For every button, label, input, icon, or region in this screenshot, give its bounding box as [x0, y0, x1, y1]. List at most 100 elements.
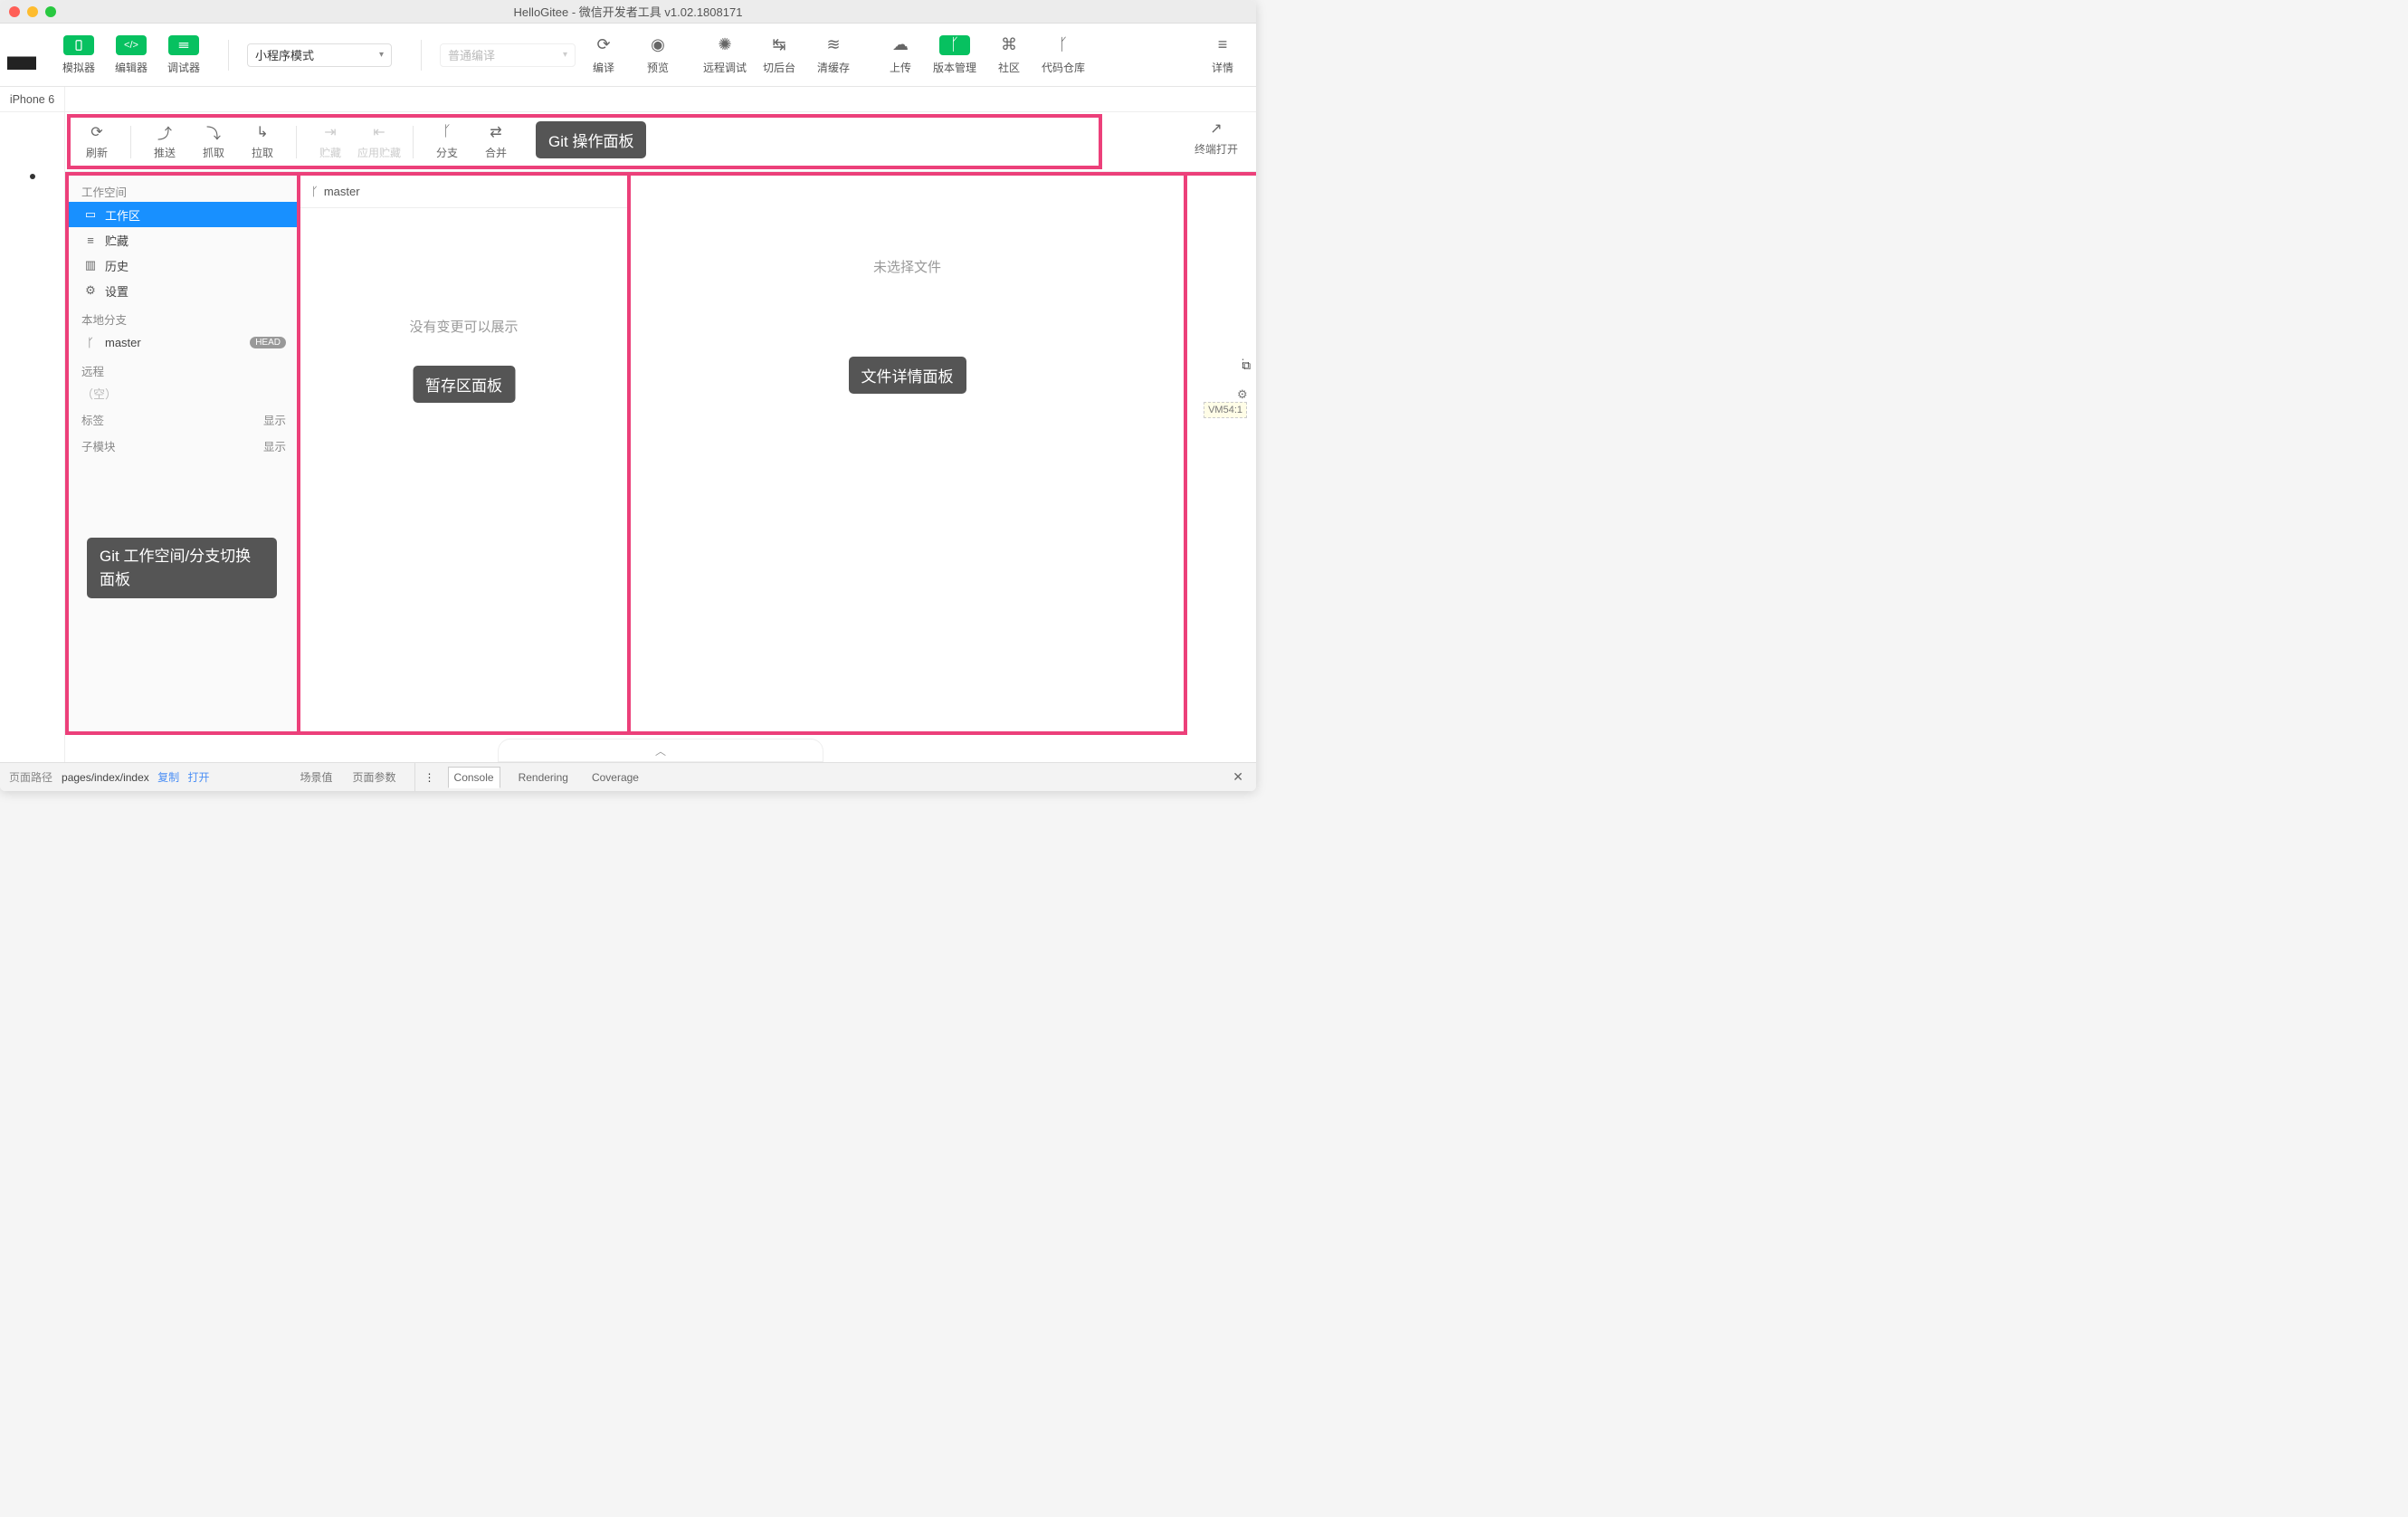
- stack-icon: ≡: [83, 234, 98, 247]
- close-icon[interactable]: ✕: [1233, 769, 1243, 785]
- compile-select[interactable]: 普通编译 ▾: [440, 43, 576, 67]
- main-body: ⟳ 刷新 ⤴ 推送 ⤵ 抓取 ↳ 拉取: [0, 112, 1256, 762]
- section-remote: 远程: [69, 355, 297, 381]
- compile-button[interactable]: ⟳ 编译: [577, 31, 630, 80]
- avatar[interactable]: [7, 41, 36, 70]
- file-detail-panel: 未选择文件 文件详情面板: [631, 176, 1187, 735]
- page-params-label[interactable]: 页面参数: [353, 769, 396, 785]
- scene-label[interactable]: 场景值: [300, 769, 333, 785]
- tab-coverage[interactable]: Coverage: [586, 768, 644, 787]
- section-submodules: 子模块: [81, 437, 116, 454]
- close-icon[interactable]: [9, 6, 20, 17]
- apply-stash-icon: ⇤: [373, 123, 385, 141]
- chevron-down-icon: ▾: [563, 50, 567, 60]
- section-tags: 标签: [81, 411, 104, 428]
- pull-button[interactable]: ↳ 拉取: [238, 118, 287, 167]
- eye-icon: ◉: [651, 35, 665, 54]
- background-button[interactable]: ↹ 切后台: [753, 31, 805, 80]
- gear-icon[interactable]: ⚙: [1237, 387, 1249, 402]
- sidebar-item-history[interactable]: ▥ 历史: [69, 253, 297, 278]
- page-path-value: pages/index/index: [62, 771, 149, 784]
- details-button[interactable]: ≡ 详情: [1196, 31, 1249, 80]
- expand-handle[interactable]: ︿: [498, 739, 823, 762]
- refresh-icon: ⟳: [596, 35, 610, 54]
- device-bar: iPhone 6: [0, 87, 1256, 112]
- minimize-icon[interactable]: [27, 6, 38, 17]
- remote-debug-button[interactable]: ✺ 远程调试: [699, 31, 751, 80]
- remote-empty: （空）: [69, 381, 297, 405]
- more-icon[interactable]: ⋮: [424, 771, 435, 784]
- fetch-button[interactable]: ⤵ 抓取: [189, 118, 238, 167]
- repo-icon: ᚴ: [1059, 35, 1069, 54]
- detail-empty-text: 未选择文件: [631, 257, 1184, 276]
- stash-icon: ⇥: [324, 123, 336, 141]
- refresh-button[interactable]: ⟳ 刷新: [72, 118, 121, 167]
- annotation-staging: 暂存区面板: [413, 366, 515, 403]
- device-select[interactable]: iPhone 6: [0, 87, 65, 111]
- stack-icon: ≋: [826, 35, 840, 54]
- annotation-workspace: Git 工作空间/分支切换面板: [87, 538, 277, 598]
- cloud-up-icon: ☁: [892, 35, 909, 54]
- current-branch-header: ᚴ master: [300, 176, 627, 208]
- branch-button[interactable]: ᚴ 分支: [423, 118, 471, 167]
- tab-console[interactable]: Console: [448, 767, 500, 788]
- git-toolbar: ⟳ 刷新 ⤴ 推送 ⤵ 抓取 ↳ 拉取: [65, 112, 1256, 172]
- tab-rendering[interactable]: Rendering: [513, 768, 574, 787]
- titlebar: HelloGitee - 微信开发者工具 v1.02.1808171: [0, 0, 1256, 24]
- stash-button[interactable]: ⇥ 贮藏: [306, 118, 355, 167]
- editor-button[interactable]: </> 编辑器: [105, 31, 157, 80]
- pull-icon: ↳: [256, 123, 268, 141]
- refresh-icon: ⟳: [90, 123, 102, 141]
- open-link[interactable]: 打开: [187, 771, 209, 784]
- window-title: HelloGitee - 微信开发者工具 v1.02.1808171: [0, 3, 1256, 20]
- clear-cache-button[interactable]: ≋ 清缓存: [807, 31, 860, 80]
- app-window: HelloGitee - 微信开发者工具 v1.02.1808171 模拟器 <…: [0, 0, 1256, 791]
- devtools-bar: 页面路径 pages/index/index 复制 打开 场景值 页面参数 ⋮ …: [0, 762, 1256, 791]
- annotation-toolbar: Git 操作面板: [536, 121, 646, 158]
- copy-link[interactable]: 复制: [157, 771, 179, 784]
- annotation-detail: 文件详情面板: [849, 357, 966, 394]
- right-gutter: ⋮ ⚙ ⧉ VM54:1: [1187, 176, 1256, 735]
- version-manage-button[interactable]: ᚴ 版本管理: [928, 31, 981, 80]
- menu-icon: ≡: [1218, 35, 1228, 54]
- show-submodules-link[interactable]: 显示: [263, 437, 286, 454]
- vm-link[interactable]: VM54:1: [1204, 402, 1247, 418]
- merge-icon: ⇄: [490, 123, 501, 141]
- staging-panel: ᚴ master 没有变更可以展示 暂存区面板: [300, 176, 631, 735]
- gear-icon: ⚙: [83, 283, 98, 298]
- sidebar-item-settings[interactable]: ⚙ 设置: [69, 278, 297, 303]
- code-repo-button[interactable]: ᚴ 代码仓库: [1037, 31, 1090, 80]
- branch-icon: ᚴ: [311, 185, 319, 198]
- staging-empty-text: 没有变更可以展示: [300, 317, 627, 336]
- branch-icon: ᚴ: [83, 336, 98, 349]
- simulator-button[interactable]: 模拟器: [52, 31, 105, 80]
- window-icon[interactable]: ⧉: [1242, 358, 1251, 373]
- section-workspace: 工作空间: [69, 176, 297, 202]
- maximize-icon[interactable]: [45, 6, 56, 17]
- debugger-button[interactable]: 调试器: [157, 31, 210, 80]
- community-button[interactable]: ⌘ 社区: [983, 31, 1035, 80]
- preview-button[interactable]: ◉ 预览: [632, 31, 684, 80]
- terminal-open-button[interactable]: ↗ 终端打开: [1194, 119, 1238, 157]
- upload-button[interactable]: ☁ 上传: [874, 31, 927, 80]
- show-tags-link[interactable]: 显示: [263, 411, 286, 428]
- mode-select[interactable]: 小程序模式 ▾: [247, 43, 392, 67]
- folder-icon: ▭: [83, 207, 98, 222]
- sidebar-item-stash[interactable]: ≡ 贮藏: [69, 227, 297, 253]
- branch-icon: ᚴ: [950, 35, 960, 54]
- external-icon: ↗: [1210, 119, 1222, 138]
- page-path-label: 页面路径: [9, 771, 52, 784]
- people-icon: ⌘: [1001, 35, 1017, 54]
- main-toolbar: 模拟器 </> 编辑器 调试器 小程序模式 ▾ 普通编译 ▾ ⟳ 编译: [0, 24, 1256, 87]
- apply-stash-button[interactable]: ⇤ 应用贮藏: [355, 118, 404, 167]
- fetch-icon: ⤵: [206, 123, 221, 141]
- merge-button[interactable]: ⇄ 合并: [471, 118, 520, 167]
- history-icon: ▥: [83, 258, 98, 272]
- sidebar-item-working[interactable]: ▭ 工作区: [69, 202, 297, 227]
- branch-item-master[interactable]: ᚴ master HEAD: [69, 329, 297, 355]
- bug-icon: ✺: [718, 35, 731, 54]
- push-button[interactable]: ⤴ 推送: [140, 118, 189, 167]
- branch-icon: ᚴ: [443, 123, 452, 141]
- head-badge: HEAD: [250, 337, 286, 348]
- switch-icon: ↹: [772, 35, 785, 54]
